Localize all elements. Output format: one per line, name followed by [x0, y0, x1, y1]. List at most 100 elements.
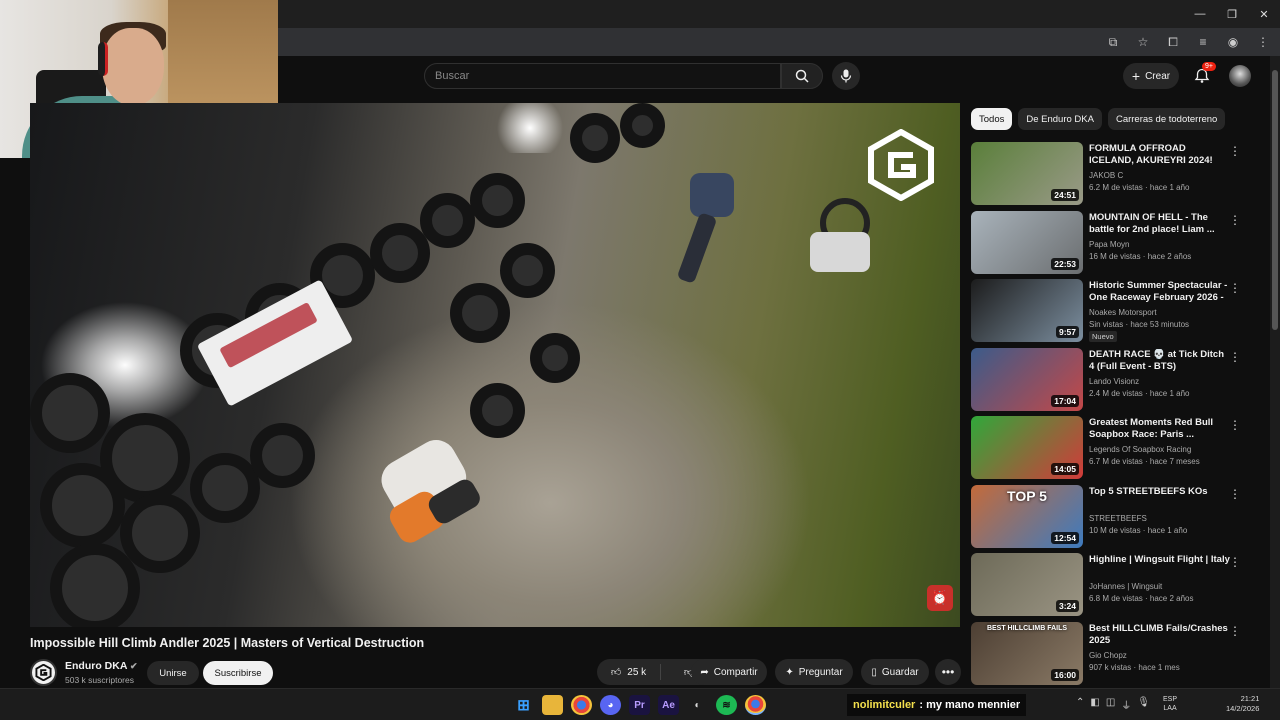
profile-icon[interactable]: ◉ — [1222, 32, 1244, 52]
recommendation-item[interactable]: 14:05 Greatest Moments Red Bull Soapbox R… — [971, 416, 1251, 485]
chrome-active-icon[interactable] — [745, 695, 766, 715]
discord-icon[interactable]: ◕ — [600, 695, 621, 715]
extensions-icon[interactable]: ⧠ — [1162, 32, 1184, 52]
alarm-icon[interactable]: ⏰ — [927, 585, 953, 611]
stream-chat-message: nolimitculer : my mano mennier — [847, 694, 1027, 716]
more-options-icon[interactable]: ⋮ — [1229, 213, 1241, 227]
system-clock[interactable]: 21:21 14/2/2026 — [1226, 694, 1259, 714]
share-button[interactable]: ➦ Compartir — [691, 659, 767, 685]
close-window-button[interactable]: ✕ — [1248, 0, 1280, 28]
subscribe-button[interactable]: Suscribirse — [203, 661, 273, 685]
more-options-icon[interactable]: ⋮ — [1229, 144, 1241, 158]
recommendation-item[interactable]: 17:04 DEATH RACE 💀 at Tick Ditch 4 (Full … — [971, 347, 1251, 417]
like-button[interactable]: 👍︎ 25 k — [597, 664, 661, 680]
tray-expand-icon[interactable]: ⌃ — [1076, 697, 1084, 712]
video-thumbnail[interactable]: 9:57 — [971, 279, 1083, 342]
account-avatar[interactable] — [1229, 65, 1251, 87]
more-options-icon[interactable]: ⋮ — [1229, 418, 1241, 432]
media-controls-icon[interactable]: ≡ — [1192, 32, 1214, 52]
obs-icon[interactable]: ◐ — [687, 695, 708, 715]
more-options-icon[interactable]: ⋮ — [1229, 281, 1241, 295]
video-thumbnail[interactable]: 14:05 — [971, 416, 1083, 479]
more-options-icon[interactable]: ⋮ — [1229, 487, 1241, 501]
more-options-icon[interactable]: ⋮ — [1229, 624, 1241, 638]
recommendation-channel[interactable]: JoHannes | Wingsuit — [1089, 582, 1162, 591]
usb-icon[interactable]: ⏚ — [1121, 697, 1131, 712]
search-button[interactable] — [781, 63, 823, 89]
recommendation-channel[interactable]: Gio Chopz — [1089, 651, 1127, 660]
more-options-icon[interactable]: ⋮ — [1229, 555, 1241, 569]
tray-app-icon[interactable]: ◧ — [1090, 697, 1099, 712]
join-button[interactable]: Unirse — [147, 661, 199, 685]
chip-all[interactable]: Todos — [971, 108, 1013, 130]
after-effects-icon[interactable]: Ae — [658, 695, 679, 715]
more-actions-button[interactable]: ••• — [935, 659, 961, 685]
search-input[interactable]: Buscar — [424, 63, 781, 89]
window-controls: — ❐ ✕ — [1184, 0, 1280, 28]
clock-time: 21:21 — [1240, 694, 1260, 703]
voice-search-button[interactable] — [832, 62, 860, 90]
recommendation-item[interactable]: TOP 5 12:54 Top 5 STREETBEEFS KOs STREETBEE… — [971, 484, 1251, 554]
recommendation-channel[interactable]: Papa Moyn — [1089, 240, 1129, 249]
video-thumbnail[interactable]: TOP 5 12:54 — [971, 484, 1083, 548]
recommendation-item[interactable]: 3:24 Highline | Wingsuit Flight | Italy Jo… — [971, 553, 1251, 622]
create-button[interactable]: + Crear — [1123, 63, 1179, 89]
recommendation-item[interactable]: BEST HILLCLIMB FAILS 16:00 Best HILLCLIMB … — [971, 621, 1251, 691]
recommendation-title[interactable]: Top 5 STREETBEEFS KOs — [1089, 486, 1231, 498]
windows-start-icon[interactable]: ⊞ — [513, 695, 534, 715]
recommendation-title[interactable]: Historic Summer Spectacular - One Racewa… — [1089, 280, 1231, 304]
recommendation-item[interactable]: 24:51 FORMULA OFFROAD ICELAND, AKUREYRI 2… — [971, 142, 1251, 211]
spotify-icon[interactable]: ≋ — [716, 695, 737, 715]
recommendation-channel[interactable]: JAKOB C — [1089, 171, 1123, 180]
tire-wall — [30, 103, 665, 627]
video-thumbnail[interactable]: BEST HILLCLIMB FAILS 16:00 — [971, 621, 1083, 685]
page-scrollbar[interactable] — [1270, 56, 1280, 688]
video-thumbnail[interactable]: 22:53 — [971, 210, 1083, 274]
lang-top: ESP — [1163, 696, 1178, 703]
windows-taskbar: ⊞ ◕ Pr Ae ◐ ≋ nolimitculer : my mano men… — [0, 688, 1280, 720]
video-thumbnail[interactable]: 17:04 — [971, 347, 1083, 411]
bookmark-star-icon[interactable]: ☆ — [1132, 32, 1154, 52]
motorcycle — [750, 198, 890, 272]
video-thumbnail[interactable]: 24:51 — [971, 142, 1083, 205]
recommendation-title[interactable]: MOUNTAIN OF HELL - The battle for 2nd pl… — [1089, 212, 1231, 236]
video-duration: 9:57 — [1055, 326, 1079, 338]
recommendation-channel[interactable]: Noakes Motorsport — [1089, 308, 1157, 317]
browser-menu-icon[interactable]: ⋮ — [1252, 32, 1274, 52]
ask-button[interactable]: ✦ Preguntar — [775, 659, 853, 685]
recommendation-channel[interactable]: Legends Of Soapbox Racing — [1089, 445, 1191, 454]
cast-icon[interactable]: ⧉ — [1102, 32, 1124, 52]
bookmark-icon: ▯ — [871, 666, 877, 678]
premiere-icon[interactable]: Pr — [629, 695, 650, 715]
video-thumbnail[interactable]: 3:24 — [971, 553, 1083, 616]
channel-watermark-icon[interactable] — [865, 129, 937, 201]
recommendation-title[interactable]: Greatest Moments Red Bull Soapbox Race: … — [1089, 417, 1231, 441]
recommendation-title[interactable]: Best HILLCLIMB Fails/Crashes 2025 — [1089, 623, 1231, 647]
maximize-button[interactable]: ❐ — [1216, 0, 1248, 28]
system-tray: ⌃ ◧ ◫ ⏚ 🎙︎ — [1076, 697, 1150, 712]
file-explorer-icon[interactable] — [542, 695, 563, 715]
language-indicator[interactable]: ESP LAA — [1163, 695, 1177, 713]
recommendation-title[interactable]: FORMULA OFFROAD ICELAND, AKUREYRI 2024! … — [1089, 143, 1231, 167]
recommendation-channel[interactable]: STREETBEEFS — [1089, 514, 1147, 523]
channel-name[interactable]: Enduro DKA ✔ — [65, 660, 138, 672]
more-horizontal-icon: ••• — [941, 665, 955, 679]
recommendation-item[interactable]: 22:53 MOUNTAIN OF HELL - The battle for 2… — [971, 210, 1251, 280]
notifications-button[interactable]: 9+ — [1191, 62, 1216, 87]
thumbnail-text: TOP 5 — [1007, 487, 1047, 504]
recommendation-title[interactable]: DEATH RACE 💀 at Tick Ditch 4 (Full Event… — [1089, 349, 1231, 373]
chip-offroad-racing[interactable]: Carreras de todoterreno — [1107, 108, 1226, 130]
chip-from-channel[interactable]: De Enduro DKA — [1018, 108, 1102, 130]
video-player[interactable]: ⏰ — [30, 103, 960, 627]
mic-tray-icon[interactable]: 🎙︎ — [1137, 697, 1150, 712]
minimize-button[interactable]: — — [1184, 0, 1216, 28]
more-options-icon[interactable]: ⋮ — [1229, 350, 1241, 364]
recommendation-item[interactable]: 9:57 Historic Summer Spectacular - One Ra… — [971, 279, 1251, 348]
tray-app2-icon[interactable]: ◫ — [1106, 697, 1115, 712]
save-button[interactable]: ▯ Guardar — [861, 659, 929, 685]
recommendation-channel[interactable]: Lando Visionz — [1089, 377, 1139, 386]
recommendation-title[interactable]: Highline | Wingsuit Flight | Italy — [1089, 554, 1231, 566]
video-duration: 17:04 — [1051, 394, 1079, 407]
chrome-icon[interactable] — [571, 695, 592, 715]
channel-avatar[interactable] — [30, 659, 57, 686]
